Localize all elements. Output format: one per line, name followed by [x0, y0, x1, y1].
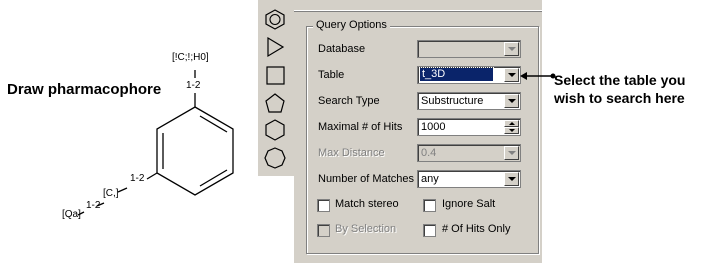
- chevron-down-icon: [508, 177, 516, 181]
- mid-range-label: 1-2: [130, 173, 145, 184]
- search-type-dropdown-button[interactable]: [504, 94, 519, 108]
- hits-only-checkbox[interactable]: [423, 224, 436, 237]
- database-label: Database: [318, 43, 366, 55]
- chevron-down-icon: [509, 129, 515, 132]
- table-label: Table: [318, 69, 345, 81]
- heptagon-tool-icon[interactable]: [261, 146, 289, 170]
- pharmacophore-structure: [77, 70, 234, 216]
- max-hits-spinner[interactable]: 1000: [417, 118, 521, 136]
- spin-up-button[interactable]: [504, 120, 519, 127]
- callout-line-1: Select the table you: [554, 72, 686, 88]
- chevron-down-icon: [508, 47, 516, 51]
- max-distance-combo[interactable]: 0.4: [417, 144, 521, 162]
- max-hits-label: Maximal # of Hits: [318, 121, 403, 133]
- number-of-matches-label: Number of Matches: [318, 173, 414, 185]
- callout-line-2: wish to search here: [554, 90, 685, 106]
- table-value: t_3D: [419, 67, 494, 82]
- query-options-panel: Query Options Database Table t_3D Search…: [294, 0, 542, 263]
- table-combo[interactable]: t_3D: [417, 66, 521, 84]
- number-of-matches-value: any: [421, 173, 439, 185]
- mid-atom-label: [C,]: [103, 188, 119, 199]
- shape-toolbar: [258, 0, 295, 176]
- hexagon-tool-icon[interactable]: [261, 118, 289, 142]
- spin-down-button[interactable]: [504, 127, 519, 134]
- max-distance-label: Max Distance: [318, 147, 385, 159]
- bottom-range-label: 1-2: [86, 200, 101, 211]
- query-options-group: [306, 26, 539, 254]
- number-of-matches-combo[interactable]: any: [417, 170, 521, 188]
- search-type-label: Search Type: [318, 95, 380, 107]
- match-stereo-checkbox[interactable]: [317, 199, 330, 212]
- pentagon-tool-icon[interactable]: [261, 91, 289, 115]
- match-stereo-label: Match stereo: [335, 198, 399, 210]
- benzene-tool-icon[interactable]: [261, 7, 289, 31]
- chevron-down-icon: [508, 99, 516, 103]
- query-options-legend: Query Options: [313, 19, 390, 31]
- triangle-tool-icon[interactable]: [261, 35, 289, 59]
- top-range-label: 1-2: [186, 80, 201, 91]
- max-hits-value: 1000: [421, 121, 446, 133]
- by-selection-checkbox[interactable]: [317, 224, 330, 237]
- table-dropdown-button[interactable]: [504, 68, 519, 82]
- search-type-value: Substructure: [421, 95, 484, 107]
- number-of-matches-dropdown-button[interactable]: [504, 172, 519, 186]
- square-tool-icon[interactable]: [261, 63, 289, 87]
- hits-only-label: # Of Hits Only: [442, 223, 511, 235]
- chevron-down-icon: [508, 151, 516, 155]
- ignore-salt-label: Ignore Salt: [442, 198, 496, 210]
- database-combo[interactable]: [417, 40, 521, 58]
- search-type-combo[interactable]: Substructure: [417, 92, 521, 110]
- bottom-feature-label: [Qa]: [62, 209, 81, 220]
- database-dropdown-button[interactable]: [504, 42, 519, 56]
- by-selection-label: By Selection: [335, 223, 397, 235]
- max-distance-dropdown-button[interactable]: [504, 146, 519, 160]
- panel-top-divider: [294, 0, 542, 11]
- ignore-salt-checkbox[interactable]: [423, 199, 436, 212]
- chevron-up-icon: [509, 122, 515, 125]
- max-distance-value: 0.4: [421, 147, 437, 159]
- top-feature-label: [!C;!;H0]: [172, 52, 209, 63]
- chevron-down-icon: [508, 73, 516, 77]
- callout-annotation: Select the table you wish to search here: [554, 71, 685, 107]
